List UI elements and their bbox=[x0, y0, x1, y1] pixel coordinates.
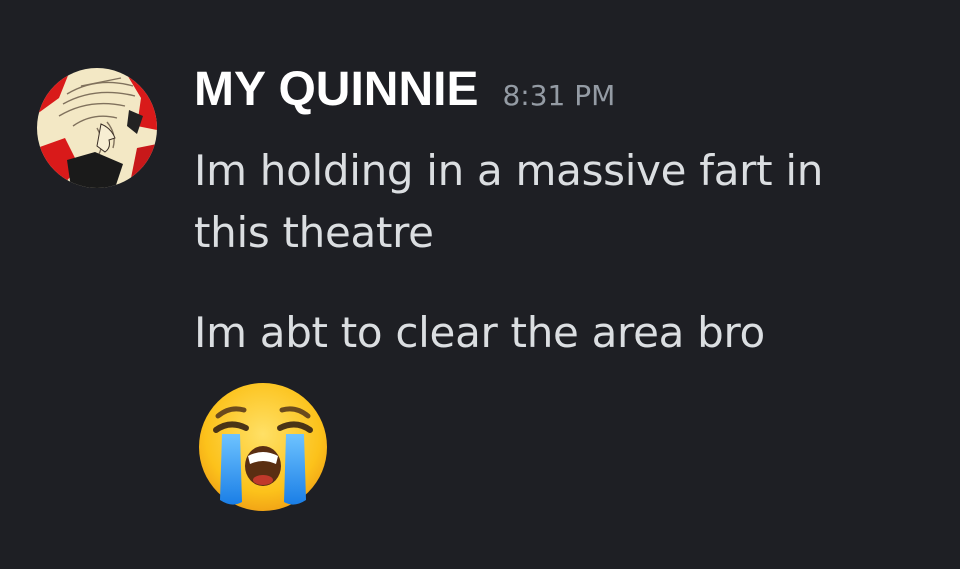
message-text: Im abt to clear the area bro bbox=[194, 308, 765, 357]
loudly-crying-face-icon[interactable] bbox=[196, 380, 330, 514]
message-header: MY QUINNIE 8:31 PM bbox=[194, 62, 615, 117]
avatar[interactable] bbox=[37, 68, 157, 188]
message-text: Im holding in a massive fart in this the… bbox=[194, 140, 823, 264]
chat-window: MY QUINNIE 8:31 PM Im holding in a massiv… bbox=[0, 0, 960, 569]
username[interactable]: MY QUINNIE bbox=[194, 63, 478, 116]
message-line: this theatre bbox=[194, 208, 434, 257]
timestamp: 8:31 PM bbox=[502, 79, 616, 112]
message-line: Im holding in a massive fart in bbox=[194, 146, 824, 195]
